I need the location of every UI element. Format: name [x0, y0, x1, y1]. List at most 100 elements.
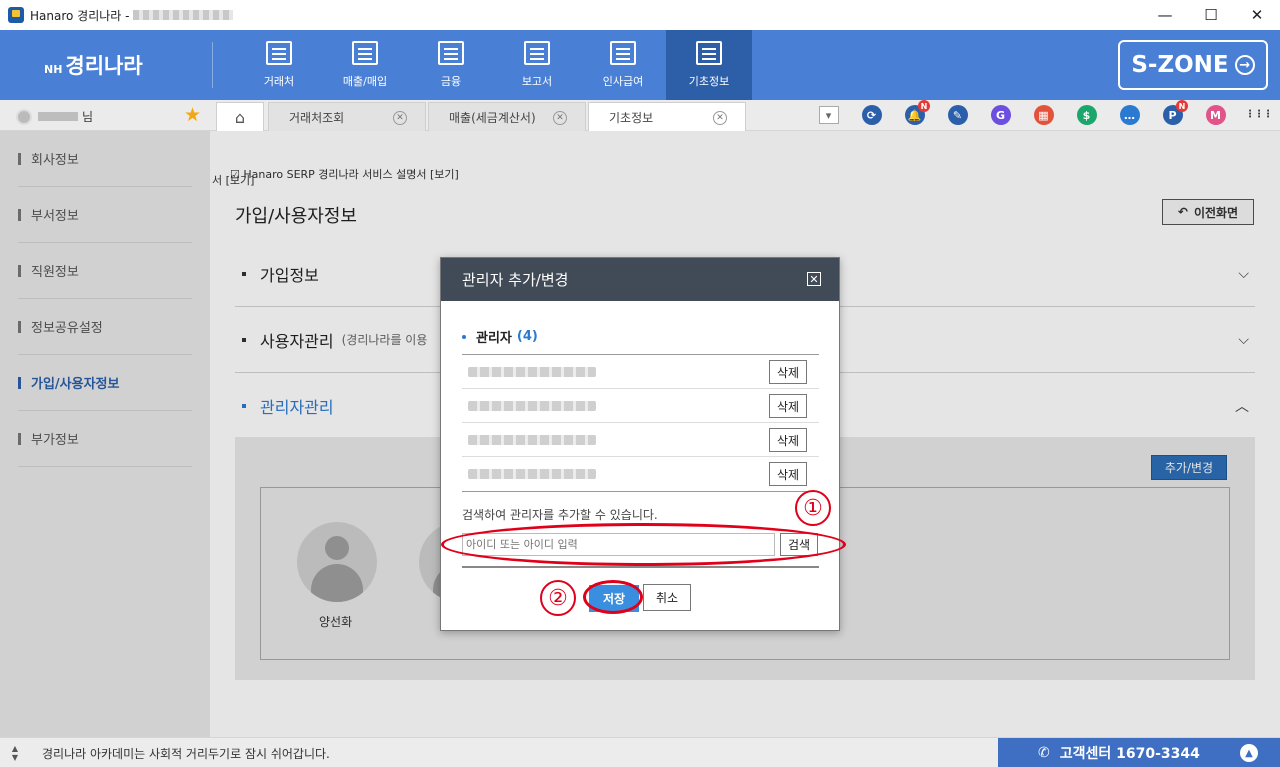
memo-button[interactable]: M: [1194, 100, 1237, 130]
admin-row: 삭제: [462, 389, 819, 423]
admin-list-heading: 관리자 (4): [462, 327, 538, 346]
home-icon: ⌂: [234, 107, 246, 127]
search-hint: 검색하여 관리자를 추가할 수 있습니다.: [462, 508, 658, 522]
status-message: 경리나라 아카데미는 사회적 거리두기로 잠시 쉬어갑니다.: [42, 747, 330, 761]
close-window-button[interactable]: ✕: [1234, 0, 1280, 30]
cancel-button[interactable]: 취소: [643, 584, 691, 611]
tab-label: 기초정보: [609, 110, 654, 125]
settings-window-icon: [696, 41, 722, 65]
calendar-button[interactable]: ▦: [1022, 100, 1065, 130]
chat-button[interactable]: …: [1108, 100, 1151, 130]
id-card-icon: [610, 41, 636, 65]
customer-center-label: 고객센터 1670-3344: [1059, 746, 1200, 762]
bar-chart-icon: [524, 41, 550, 65]
delete-button[interactable]: 삭제: [769, 428, 807, 452]
menu-label: 보고서: [521, 75, 553, 88]
tab-sales-invoice[interactable]: 매출(세금계산서) ✕: [428, 102, 586, 131]
admin-modal: 관리자 추가/변경 ✕ 관리자 (4) 삭제 삭제 삭제 삭제 검색하여 관리자를 추…: [440, 257, 840, 631]
chevron-up-icon[interactable]: ▲: [1240, 744, 1258, 762]
chat-icon: …: [1119, 105, 1140, 125]
grid-icon: ⋮⋮⋮: [1245, 109, 1273, 120]
dollar-button[interactable]: $: [1065, 100, 1108, 130]
close-tab-icon[interactable]: ✕: [713, 111, 727, 125]
user-info[interactable]: 님: [16, 108, 93, 125]
admin-list-label: 관리자: [476, 331, 512, 346]
edit-icon: ✎: [947, 105, 968, 125]
modal-title: 관리자 추가/변경: [462, 271, 569, 289]
close-tab-icon[interactable]: ✕: [553, 111, 567, 125]
menu-label: 매출/매입: [342, 75, 388, 88]
annotation-ring-save: [583, 580, 643, 614]
top-navigation: NH 경리나라 거래처 매출/매입 금융 보고서 인사급여 기초정보 S-ZONE →: [0, 30, 1280, 100]
toolbar-icons: ▾ ⟳ 🔔 N ✎ G ▦ $ … P N M ⋮⋮⋮: [807, 100, 1280, 130]
arrow-up-icon[interactable]: ▲: [12, 744, 18, 753]
admin-row: 삭제: [462, 423, 819, 457]
delete-button[interactable]: 삭제: [769, 394, 807, 418]
star-icon[interactable]: ★: [184, 104, 201, 126]
brand-logo[interactable]: NH 경리나라: [44, 50, 143, 80]
menu-label: 금융: [440, 75, 462, 88]
memo-icon: M: [1205, 105, 1226, 125]
arrow-down-icon[interactable]: ▼: [12, 753, 18, 762]
dollar-icon: $: [1076, 105, 1097, 125]
menu-item-5[interactable]: 기초정보: [666, 30, 752, 100]
close-tab-icon[interactable]: ✕: [393, 111, 407, 125]
menu-item-0[interactable]: 거래처: [236, 30, 322, 100]
admin-id-redacted: [468, 469, 596, 479]
annotation-number-1: ①: [795, 490, 831, 526]
admin-count: (4): [516, 329, 538, 344]
delete-button[interactable]: 삭제: [769, 360, 807, 384]
sync-button[interactable]: ⟳: [850, 100, 893, 130]
p-button[interactable]: PN: [1151, 100, 1194, 130]
user-suffix: 님: [82, 110, 94, 124]
menu-item-3[interactable]: 보고서: [494, 30, 580, 100]
dropdown-button[interactable]: ▾: [807, 100, 850, 130]
minimize-button[interactable]: —: [1142, 0, 1188, 30]
tab-client-search[interactable]: 거래처조회 ✕: [268, 102, 426, 131]
tab-label: 거래처조회: [289, 110, 345, 125]
window-title: Hanaro 경리나라 -: [30, 8, 130, 23]
admin-id-redacted: [468, 400, 596, 411]
user-avatar-icon: [16, 108, 32, 125]
brand-prefix: NH: [44, 63, 63, 76]
grid-button[interactable]: ⋮⋮⋮: [1237, 100, 1280, 130]
delete-button[interactable]: 삭제: [769, 462, 807, 486]
divider: [462, 566, 819, 568]
tab-bar: 님 ★ ⌂ 거래처조회 ✕ 매출(세금계산서) ✕ 기초정보 ✕ ▾ ⟳ 🔔 N ✎ G ▦…: [0, 100, 1280, 131]
menu-label: 기초정보: [688, 75, 730, 88]
maximize-button[interactable]: ☐: [1188, 0, 1234, 30]
building-icon: [266, 41, 292, 65]
sync-icon: ⟳: [861, 105, 882, 125]
arrow-right-icon: →: [1234, 55, 1255, 75]
bell-button[interactable]: 🔔 N: [893, 100, 936, 130]
brand-name: 경리나라: [65, 54, 143, 78]
card-coins-icon: [438, 41, 464, 65]
admin-id-redacted: [468, 434, 596, 445]
s-zone-label: S-ZONE: [1131, 52, 1229, 78]
scroll-arrows[interactable]: ▲ ▼: [0, 738, 30, 767]
window-titlebar: Hanaro 경리나라 - — ☐ ✕: [0, 0, 1280, 30]
admin-list: 삭제 삭제 삭제 삭제: [462, 354, 819, 492]
menu-item-1[interactable]: 매출/매입: [322, 30, 408, 100]
admin-row: 삭제: [462, 355, 819, 389]
menu-label: 인사급여: [602, 75, 644, 88]
customer-center[interactable]: ✆ 고객센터 1670-3344 ▲: [998, 738, 1280, 767]
menu-item-2[interactable]: 금융: [408, 30, 494, 100]
g-icon: G: [990, 105, 1011, 125]
close-icon[interactable]: ✕: [807, 272, 821, 286]
app-icon: [8, 7, 24, 23]
status-bar: ▲ ▼ 경리나라 아카데미는 사회적 거리두기로 잠시 쉬어갑니다. ✆ 고객센터…: [0, 737, 1280, 767]
edit-button[interactable]: ✎: [936, 100, 979, 130]
calendar-icon: ▦: [1033, 105, 1054, 125]
s-zone-button[interactable]: S-ZONE →: [1118, 40, 1268, 90]
home-tab[interactable]: ⌂: [216, 102, 264, 131]
annotation-ring-search: [441, 523, 846, 566]
tab-label: 매출(세금계산서): [449, 110, 536, 125]
tab-basic-info[interactable]: 기초정보 ✕: [588, 102, 746, 131]
admin-id-redacted: [468, 366, 596, 377]
menu-item-4[interactable]: 인사급여: [580, 30, 666, 100]
phone-icon: ✆: [1038, 745, 1050, 761]
admin-row: 삭제: [462, 457, 819, 491]
main-menu: 거래처 매출/매입 금융 보고서 인사급여 기초정보: [236, 30, 752, 100]
g-button[interactable]: G: [979, 100, 1022, 130]
